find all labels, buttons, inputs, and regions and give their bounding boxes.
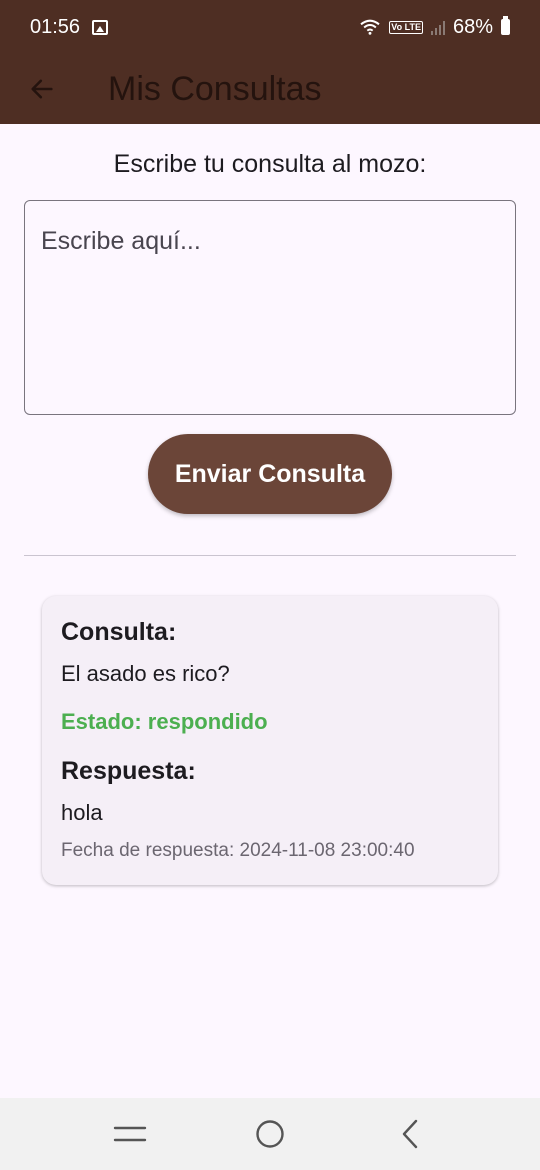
battery-icon xyxy=(501,16,510,35)
nav-back-button[interactable] xyxy=(380,1104,440,1164)
wifi-icon xyxy=(360,19,380,35)
consulta-input[interactable]: Escribe aquí... xyxy=(24,200,516,415)
divider xyxy=(24,555,516,556)
chevron-left-icon xyxy=(402,1119,418,1149)
send-consulta-button[interactable]: Enviar Consulta xyxy=(148,434,392,514)
status-left: 01:56 xyxy=(30,15,109,39)
signal-icon xyxy=(430,19,445,35)
respuesta-text: hola xyxy=(61,800,103,825)
nav-home-button[interactable] xyxy=(240,1104,300,1164)
home-icon xyxy=(256,1120,284,1148)
battery-percent: 68% xyxy=(452,15,493,38)
status-time: 01:56 xyxy=(30,15,81,38)
status-badge: Estado: respondido xyxy=(61,709,268,734)
app-bar: Mis Consultas xyxy=(0,54,540,124)
respuesta-heading: Respuesta: xyxy=(61,757,196,785)
arrow-back-icon xyxy=(31,79,53,99)
system-nav-bar xyxy=(0,1098,540,1170)
consulta-card: Consulta: El asado es rico? Estado: resp… xyxy=(42,596,498,885)
recents-icon xyxy=(113,1126,147,1142)
status-bar: 01:56 Vo LTE 68% xyxy=(0,0,540,54)
page-title: Mis Consultas xyxy=(108,69,322,108)
back-button[interactable] xyxy=(18,65,66,113)
nav-recents-button[interactable] xyxy=(100,1104,160,1164)
volte-icon: Vo LTE xyxy=(389,20,423,34)
consulta-text: El asado es rico? xyxy=(61,661,230,686)
status-right: Vo LTE 68% xyxy=(359,16,510,39)
consulta-prompt-label: Escribe tu consulta al mozo: xyxy=(113,150,427,178)
respuesta-date: Fecha de respuesta: 2024-11-08 23:00:40 xyxy=(61,840,415,861)
consulta-heading: Consulta: xyxy=(61,618,177,646)
image-icon xyxy=(92,19,109,35)
